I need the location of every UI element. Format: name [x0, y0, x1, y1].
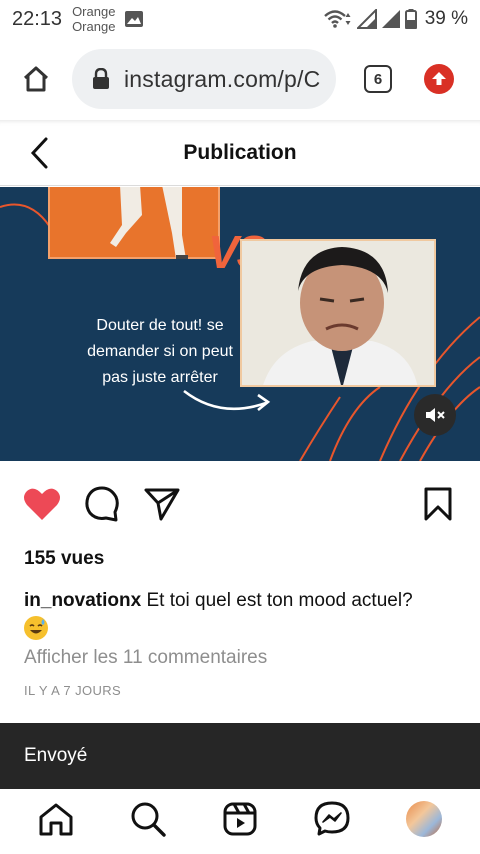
- post-video[interactable]: VS Douter de tout! se demander si on peu…: [0, 187, 480, 461]
- battery-icon: [404, 9, 417, 29]
- publication-header: Publication: [0, 120, 480, 186]
- update-button[interactable]: [424, 64, 454, 94]
- carrier-line-1: Orange: [72, 4, 116, 19]
- paper-plane-icon: [144, 488, 180, 521]
- home-icon: [39, 803, 73, 836]
- view-count: 155 vues: [24, 548, 105, 569]
- person-figure: [242, 241, 434, 385]
- curved-arrow-icon: [183, 389, 271, 412]
- dancer-figure: [110, 187, 188, 259]
- tab-switcher-button[interactable]: 6: [364, 65, 392, 93]
- avatar: [406, 801, 442, 837]
- nav-messenger-button[interactable]: [312, 799, 352, 839]
- chevron-left-icon: [30, 137, 48, 169]
- caption-username[interactable]: in_novationx: [24, 590, 141, 611]
- share-button[interactable]: [142, 484, 182, 524]
- signal-icon-1: [356, 9, 377, 29]
- caption-text: Et toi quel est ton mood actuel?: [146, 590, 413, 611]
- page-title: Publication: [183, 140, 297, 164]
- comment-button[interactable]: [82, 484, 122, 524]
- post-actions: [0, 484, 480, 530]
- back-button[interactable]: [26, 136, 56, 170]
- bottom-navigation: [0, 789, 480, 854]
- post-caption: in_novationx Et toi quel est ton mood ac…: [24, 588, 464, 644]
- url-text: instagram.com/p/C: [124, 65, 321, 92]
- like-button[interactable]: [22, 484, 62, 524]
- status-time: 22:13: [12, 7, 63, 30]
- browser-home-button[interactable]: [16, 59, 56, 99]
- snackbar-text: Envoyé: [24, 745, 88, 766]
- view-comments-link[interactable]: Afficher les 11 commentaires: [24, 647, 267, 669]
- search-icon: [131, 802, 166, 837]
- save-button[interactable]: [418, 484, 458, 524]
- sweat-smile-emoji-icon: [24, 616, 48, 640]
- meme-image-left: [48, 187, 220, 259]
- nav-search-button[interactable]: [128, 799, 168, 839]
- nav-reels-button[interactable]: [220, 799, 260, 839]
- carrier-label: Orange Orange: [72, 4, 115, 34]
- video-caption-line: Douter de tout! se: [96, 317, 224, 334]
- mute-button[interactable]: [414, 394, 456, 436]
- nav-home-button[interactable]: [36, 799, 76, 839]
- video-caption-line: demander si on peut: [87, 343, 233, 360]
- carrier-line-2: Orange: [72, 19, 116, 34]
- wifi-icon: [323, 10, 351, 28]
- comment-icon: [85, 486, 119, 522]
- sent-snackbar: Envoyé: [0, 723, 480, 789]
- meme-image-right: [240, 239, 436, 387]
- bookmark-icon: [424, 487, 452, 521]
- nav-profile-button[interactable]: [404, 799, 444, 839]
- address-bar[interactable]: instagram.com/p/C: [72, 49, 336, 109]
- post-timestamp: IL Y A 7 JOURS: [24, 683, 122, 698]
- signal-icon-2: [381, 10, 400, 28]
- browser-toolbar: instagram.com/p/C 6: [0, 38, 480, 120]
- home-icon: [23, 66, 49, 92]
- messenger-icon: [314, 801, 350, 836]
- video-caption: Douter de tout! se demander si on peut p…: [60, 313, 260, 391]
- reels-icon: [223, 802, 257, 836]
- heart-filled-icon: [24, 488, 60, 520]
- status-bar: 22:13 Orange Orange 39 %: [0, 0, 480, 38]
- arrow-up-icon: [432, 72, 446, 85]
- battery-percent: 39 %: [424, 8, 468, 29]
- lock-icon: [93, 68, 109, 89]
- volume-muted-icon: [426, 408, 445, 422]
- gallery-notification-icon: [125, 11, 144, 27]
